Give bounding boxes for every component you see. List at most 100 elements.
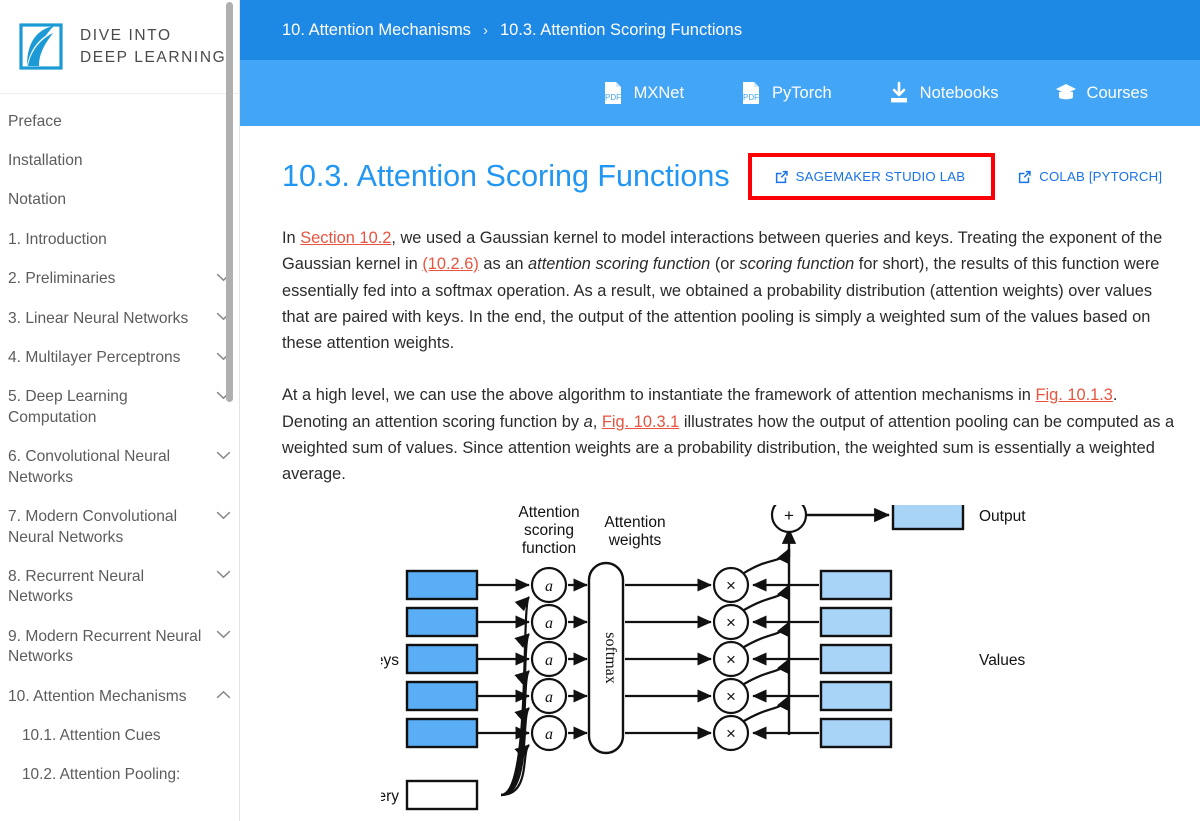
tab-mxnet[interactable]: PDF MXNet bbox=[602, 81, 684, 105]
tab-pytorch[interactable]: PDF PyTorch bbox=[740, 81, 832, 105]
a-node-label: a bbox=[545, 578, 553, 595]
pdf-file-icon: PDF bbox=[740, 81, 762, 105]
sidebar-item-label: 10.2. Attention Pooling: bbox=[22, 765, 213, 785]
p2-text-1: At a high level, we can use the above al… bbox=[282, 386, 1035, 404]
sidebar-item-label: 10.1. Attention Cues bbox=[22, 726, 213, 746]
p2-text-3: , bbox=[593, 413, 602, 431]
sidebar-item-label: Preface bbox=[8, 112, 213, 132]
sidebar-item-9-modern-recurrent-neural-networks[interactable]: 9. Modern Recurrent Neural Networks bbox=[0, 617, 239, 677]
svg-text:PDF: PDF bbox=[743, 93, 759, 102]
site-logo[interactable]: DIVE INTO DEEP LEARNING bbox=[0, 0, 239, 94]
sidebar-item-10-attention-mechanisms[interactable]: 10. Attention Mechanisms bbox=[0, 677, 239, 716]
pdf-file-icon: PDF bbox=[602, 81, 624, 105]
a-node-label: a bbox=[545, 652, 553, 669]
sidebar-item-3-linear-neural-networks[interactable]: 3. Linear Neural Networks bbox=[0, 299, 239, 338]
sidebar-item-label: 5. Deep Learning Computation bbox=[8, 387, 213, 428]
breadcrumb-parent[interactable]: 10. Attention Mechanisms bbox=[282, 21, 471, 40]
sidebar-item-8-recurrent-neural-networks[interactable]: 8. Recurrent Neural Networks bbox=[0, 557, 239, 617]
sidebar-item-2-preliminaries[interactable]: 2. Preliminaries bbox=[0, 260, 239, 299]
breadcrumb-current[interactable]: 10.3. Attention Scoring Functions bbox=[500, 21, 742, 40]
sidebar-item-10-1-attention-cues[interactable]: 10.1. Attention Cues bbox=[0, 717, 239, 756]
page-title: 10.3. Attention Scoring Functions bbox=[282, 159, 730, 194]
sidebar-item-5-deep-learning-computation[interactable]: 5. Deep Learning Computation bbox=[0, 378, 239, 438]
sidebar-item-label: 10. Attention Mechanisms bbox=[8, 687, 213, 707]
content-region: 10.3. Attention Scoring Functions SAGEMA… bbox=[240, 126, 1200, 821]
tab-label: PyTorch bbox=[772, 84, 832, 103]
sidebar-nav: Preface Installation Notation 1. Introducti… bbox=[0, 94, 239, 795]
tab-label: MXNet bbox=[634, 84, 684, 103]
attention-figure: a a a a a softmax bbox=[282, 505, 1180, 821]
sagemaker-studio-lab-link[interactable]: SAGEMAKER STUDIO LAB bbox=[774, 169, 966, 184]
external-link-icon bbox=[774, 169, 789, 184]
colab-pytorch-label: COLAB [PYTORCH] bbox=[1039, 169, 1162, 184]
sidebar-item-label: 4. Multilayer Perceptrons bbox=[8, 348, 213, 368]
sidebar-item-10-2-attention-pooling[interactable]: 10.2. Attention Pooling: bbox=[0, 756, 239, 795]
sidebar-item-label: 1. Introduction bbox=[8, 230, 213, 250]
main-area: 10. Attention Mechanisms › 10.3. Attenti… bbox=[240, 0, 1200, 821]
breadcrumb: 10. Attention Mechanisms › 10.3. Attenti… bbox=[240, 0, 1200, 60]
link-section-10-2[interactable]: Section 10.2 bbox=[300, 229, 391, 247]
sidebar-item-4-multilayer-perceptrons[interactable]: 4. Multilayer Perceptrons bbox=[0, 339, 239, 378]
sidebar-item-7-modern-convolutional-neural-networks[interactable]: 7. Modern Convolutional Neural Networks bbox=[0, 498, 239, 558]
sidebar-item-label: 7. Modern Convolutional Neural Networks bbox=[8, 507, 213, 548]
colab-action: COLAB [PYTORCH] bbox=[1017, 169, 1162, 184]
attention-pooling-diagram: a a a a a softmax bbox=[381, 505, 1081, 821]
sidebar-item-notation[interactable]: Notation bbox=[0, 181, 239, 220]
link-fig-10-3-1[interactable]: Fig. 10.3.1 bbox=[602, 413, 679, 431]
query-label: Query bbox=[381, 788, 399, 805]
logo-line-2: DEEP LEARNING bbox=[80, 47, 226, 69]
logo-line-1: DIVE INTO bbox=[80, 25, 226, 47]
a-node-label: a bbox=[545, 615, 553, 632]
sidebar-item-label: Installation bbox=[8, 151, 213, 171]
sidebar-item-installation[interactable]: Installation bbox=[0, 141, 239, 180]
title-row: 10.3. Attention Scoring Functions SAGEMA… bbox=[282, 153, 1180, 199]
download-icon bbox=[888, 81, 910, 105]
scoring-fn-line2: scoring bbox=[524, 522, 574, 539]
sidebar-scrollbar-track[interactable] bbox=[226, 0, 233, 821]
external-link-icon bbox=[1017, 169, 1032, 184]
page-root: DIVE INTO DEEP LEARNING Preface Installat… bbox=[0, 0, 1200, 821]
output-label: Output bbox=[979, 508, 1026, 525]
query-box bbox=[407, 781, 477, 809]
p1-emphasis-1: attention scoring function bbox=[528, 255, 710, 273]
sagemaker-studio-lab-label: SAGEMAKER STUDIO LAB bbox=[796, 169, 966, 184]
sidebar-item-label: 9. Modern Recurrent Neural Networks bbox=[8, 627, 213, 668]
sidebar-item-label: 8. Recurrent Neural Networks bbox=[8, 567, 213, 608]
graduation-cap-icon bbox=[1055, 81, 1077, 105]
svg-text:PDF: PDF bbox=[605, 93, 621, 102]
multiply-node-label: × bbox=[726, 687, 736, 706]
framework-paragraph: At a high level, we can use the above al… bbox=[282, 382, 1180, 487]
tab-courses[interactable]: Courses bbox=[1055, 81, 1148, 105]
output-box bbox=[893, 505, 963, 529]
p1-text-4: (or bbox=[710, 255, 739, 273]
tab-notebooks[interactable]: Notebooks bbox=[888, 81, 999, 105]
sidebar-item-label: 6. Convolutional Neural Networks bbox=[8, 447, 213, 488]
breadcrumb-separator-icon: › bbox=[483, 22, 488, 39]
p1-text-1: In bbox=[282, 229, 300, 247]
multiply-node-label: × bbox=[726, 724, 736, 743]
sidebar-item-6-convolutional-neural-networks[interactable]: 6. Convolutional Neural Networks bbox=[0, 438, 239, 498]
multiply-node-label: × bbox=[726, 576, 736, 595]
weights-line2: weights bbox=[608, 532, 662, 549]
link-equation-10-2-6[interactable]: (10.2.6) bbox=[422, 255, 479, 273]
d2l-book-logo-icon bbox=[14, 19, 70, 75]
sagemaker-studio-lab-annotation: SAGEMAKER STUDIO LAB bbox=[748, 153, 996, 200]
weights-line1: Attention bbox=[604, 514, 665, 531]
keys-label: Keys bbox=[381, 652, 399, 669]
colab-pytorch-link[interactable]: COLAB [PYTORCH] bbox=[1017, 169, 1162, 184]
softmax-label: softmax bbox=[602, 632, 619, 684]
a-node-label: a bbox=[545, 726, 553, 743]
sum-node-label: + bbox=[784, 506, 794, 525]
p1-text-3: as an bbox=[479, 255, 528, 273]
values-label: Values bbox=[979, 652, 1025, 669]
sidebar-item-preface[interactable]: Preface bbox=[0, 102, 239, 141]
logo-wordmark: DIVE INTO DEEP LEARNING bbox=[80, 25, 226, 69]
tab-label: Notebooks bbox=[920, 84, 999, 103]
sidebar-scrollbar-thumb[interactable] bbox=[226, 2, 233, 402]
scoring-fn-line3: function bbox=[522, 540, 576, 557]
tab-label: Courses bbox=[1087, 84, 1148, 103]
multiply-node-label: × bbox=[726, 613, 736, 632]
link-fig-10-1-3[interactable]: Fig. 10.1.3 bbox=[1035, 386, 1112, 404]
sidebar-item-1-introduction[interactable]: 1. Introduction bbox=[0, 220, 239, 259]
sidebar: DIVE INTO DEEP LEARNING Preface Installat… bbox=[0, 0, 240, 821]
